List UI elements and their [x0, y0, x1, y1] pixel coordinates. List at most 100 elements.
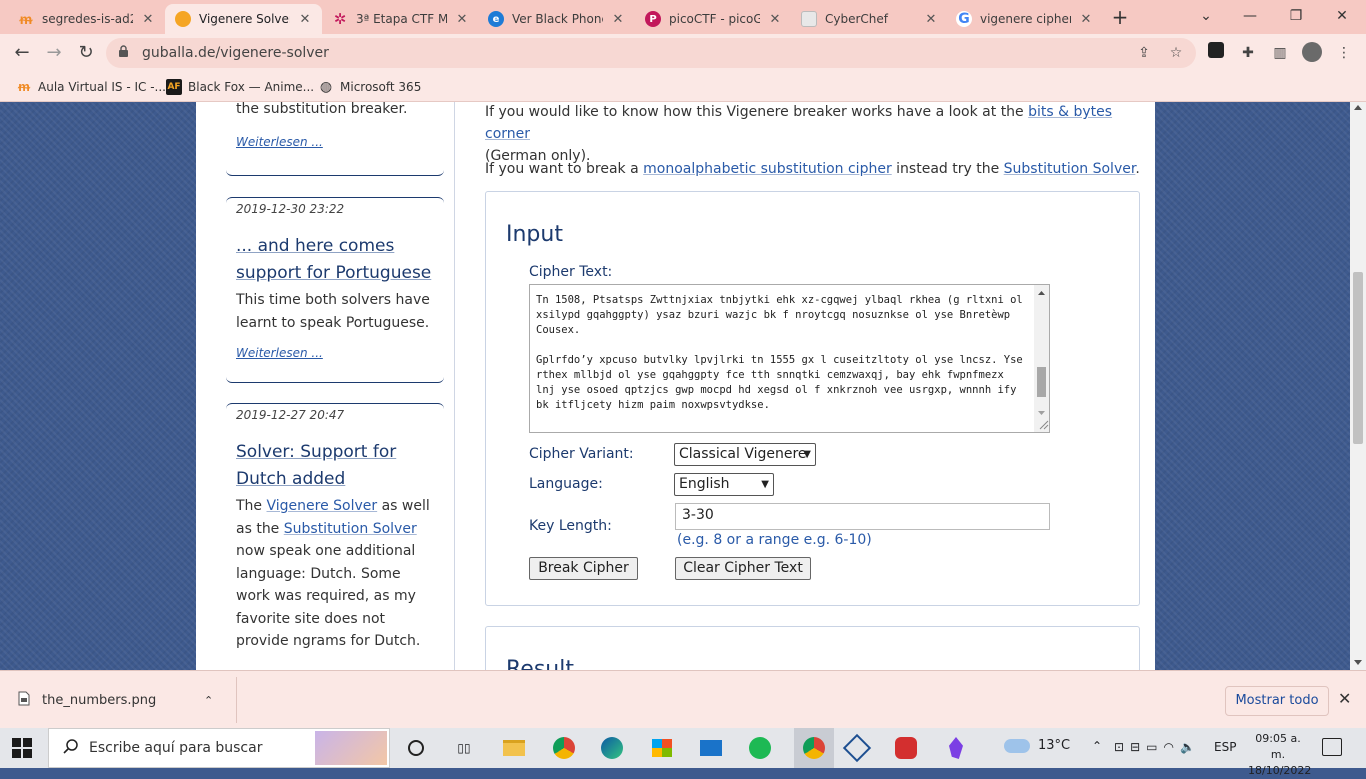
reload-button[interactable]: ↻ [74, 41, 98, 65]
address-bar[interactable]: guballa.de/vigenere-solver [106, 38, 1196, 68]
globe-icon: ◍ [319, 79, 333, 95]
volume-icon[interactable]: 🔈 [1180, 740, 1201, 754]
substitution-solver-link[interactable]: Substitution Solver [1004, 161, 1136, 177]
tab-picoctf[interactable]: P picoCTF - picoGy ✕ [635, 4, 792, 34]
taskbar-search-box[interactable]: Escribe aquí para buscar [48, 728, 390, 768]
vigenere-solver-link[interactable]: Vigenere Solver [267, 498, 378, 514]
extension-badge-icon[interactable] [1205, 42, 1227, 64]
tab-search-chevron-icon[interactable]: ⌄ [1186, 4, 1226, 28]
cipher-variant-select[interactable]: Classical Vigenere ▼ [674, 443, 816, 466]
share-icon[interactable]: ⇪ [1133, 42, 1155, 64]
obsidian-icon[interactable] [942, 734, 970, 762]
file-explorer-icon[interactable] [500, 734, 528, 762]
restore-button[interactable]: ❐ [1276, 4, 1316, 28]
tab-ctf-etapa[interactable]: ✲ 3ª Etapa CTF Met ✕ [322, 4, 479, 34]
tab-vigenere-solver[interactable]: Vigenere Solver - ✕ [165, 4, 322, 34]
news-title[interactable]: ... and here comes support for Portugues… [226, 233, 444, 287]
forward-button[interactable]: → [42, 41, 66, 65]
notifications-icon[interactable] [1322, 738, 1342, 756]
microsoft-store-icon[interactable] [648, 734, 676, 762]
new-tab-button[interactable]: + [1110, 6, 1130, 28]
task-view-icon[interactable]: ▯▯ [450, 734, 478, 762]
cipher-text-input[interactable]: Tn 1508, Ptsatsps Zwttnjxiax tnbjytki eh… [529, 284, 1050, 433]
close-icon[interactable]: ✕ [455, 12, 469, 27]
language-select[interactable]: English ▼ [674, 473, 774, 496]
menu-kebab-icon[interactable]: ⋮ [1333, 42, 1355, 64]
tab-black-phone[interactable]: e Ver Black Phone ✕ [478, 4, 635, 34]
remote-app-icon[interactable] [892, 734, 920, 762]
search-placeholder: Escribe aquí para buscar [89, 740, 263, 756]
close-icon[interactable]: ✕ [924, 12, 938, 27]
windows-start-icon[interactable] [12, 738, 32, 758]
window-close-button[interactable]: ✕ [1322, 4, 1362, 28]
bookmark-star-icon[interactable]: ☆ [1165, 42, 1187, 64]
meet-now-icon[interactable]: ⊡ [1114, 740, 1130, 754]
bookmark-aula-virtual[interactable]: ᵯ Aula Virtual IS - IC -... [16, 76, 166, 98]
news-title-line[interactable]: Dutch added [236, 469, 345, 489]
download-item[interactable]: the_numbers.png ⌃ [18, 685, 238, 715]
close-icon[interactable]: ✕ [298, 12, 312, 27]
show-all-downloads-button[interactable]: Mostrar todo [1225, 686, 1329, 716]
chrome-icon[interactable] [550, 734, 578, 762]
monoalphabetic-cipher-link[interactable]: monoalphabetic substitution cipher [643, 161, 892, 177]
network-icon[interactable]: ◠ [1163, 740, 1179, 754]
edge-icon[interactable] [598, 734, 626, 762]
result-panel: Result [485, 626, 1140, 670]
guballa-icon [175, 11, 191, 27]
weather-widget[interactable]: 13°C [1004, 738, 1070, 753]
close-icon[interactable]: ✕ [1338, 689, 1351, 708]
chevron-up-icon[interactable]: ⌃ [204, 694, 213, 707]
minimize-button[interactable]: — [1230, 4, 1270, 28]
moodle-icon: ᵯ [18, 80, 30, 95]
read-more-link[interactable]: Weiterlesen ... [226, 135, 444, 149]
clock[interactable]: 09:05 a. m. 18/10/2022 [1248, 731, 1311, 779]
tray-icons: ⊡⊟▭◠🔈 [1114, 740, 1201, 754]
profile-avatar[interactable] [1301, 42, 1323, 64]
input-language[interactable]: ESP [1214, 740, 1236, 754]
key-length-input[interactable]: 3-30 [675, 503, 1050, 530]
virtualbox-icon[interactable] [842, 733, 872, 763]
news-title-line[interactable]: ... and here comes [236, 236, 394, 256]
tab-title: vigenere cipher d [980, 12, 1071, 26]
close-icon[interactable]: ✕ [611, 12, 625, 27]
side-panel-icon[interactable]: ▥ [1269, 42, 1291, 64]
chevron-down-icon: ▼ [761, 479, 769, 490]
textarea-scrollbar[interactable] [1034, 285, 1049, 432]
news-body-text: The [236, 498, 267, 514]
chrome-active-icon[interactable] [794, 728, 834, 768]
close-icon[interactable]: ✕ [768, 12, 782, 27]
mail-icon[interactable] [697, 734, 725, 762]
usb-icon[interactable]: ⊟ [1130, 740, 1146, 754]
close-icon[interactable]: ✕ [141, 12, 155, 27]
bookmark-black-fox[interactable]: AF Black Fox — Anime... [166, 76, 314, 98]
battery-icon[interactable]: ▭ [1146, 740, 1163, 754]
clear-cipher-text-button[interactable]: Clear Cipher Text [675, 557, 811, 580]
page-scrollbar[interactable] [1350, 102, 1366, 670]
substitution-solver-link[interactable]: Substitution Solver [284, 521, 417, 537]
moodle-icon: ᵯ [19, 11, 33, 28]
tab-title: segredes-is-ad22 [42, 12, 133, 26]
intro-text: If you would like to know how this Vigen… [485, 104, 1029, 120]
search-icon [63, 738, 79, 758]
read-more-link[interactable]: Weiterlesen ... [226, 346, 444, 360]
tray-chevron-icon[interactable]: ⌃ [1092, 739, 1102, 753]
spotify-icon[interactable] [746, 734, 774, 762]
intro-paragraph: If you want to break a monoalphabetic su… [485, 158, 1145, 180]
close-icon[interactable]: ✕ [1079, 12, 1093, 27]
tab-google-search[interactable]: G vigenere cipher d ✕ [946, 4, 1103, 34]
news-title-line[interactable]: support for Portuguese [236, 263, 431, 283]
page-scroll-thumb[interactable] [1353, 272, 1363, 444]
tab-segredes[interactable]: ᵯ segredes-is-ad22 ✕ [8, 4, 165, 34]
break-cipher-button[interactable]: Break Cipher [529, 557, 638, 580]
extensions-puzzle-icon[interactable]: ✚ [1237, 42, 1259, 64]
back-button[interactable]: ← [10, 41, 34, 65]
read-more-link-text[interactable]: Weiterlesen ... [236, 346, 323, 360]
read-more-link-text[interactable]: Weiterlesen ... [236, 135, 323, 149]
download-bar: the_numbers.png ⌃ Mostrar todo ✕ [0, 670, 1366, 728]
news-title[interactable]: Solver: Support for Dutch added [226, 439, 444, 493]
news-title-line[interactable]: Solver: Support for [236, 442, 396, 462]
tab-cyberchef[interactable]: CyberChef ✕ [791, 4, 948, 34]
cortana-icon[interactable] [402, 734, 430, 762]
bookmark-microsoft-365[interactable]: ◍ Microsoft 365 [318, 76, 421, 98]
bookmarks-bar: ᵯ Aula Virtual IS - IC -... AF Black Fox… [0, 72, 1366, 102]
